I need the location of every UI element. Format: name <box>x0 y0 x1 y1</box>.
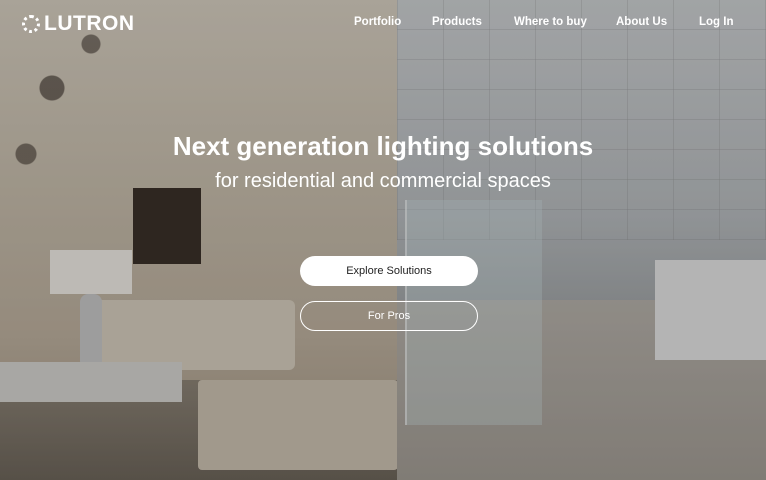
for-pros-button[interactable]: For Pros <box>300 301 478 331</box>
nav-where-to-buy[interactable]: Where to buy <box>514 16 587 28</box>
nav-about-us[interactable]: About Us <box>616 16 667 28</box>
hero-background <box>0 0 766 480</box>
lutron-burst-icon <box>22 15 40 33</box>
hero-overlay <box>0 0 766 480</box>
nav-log-in[interactable]: Log In <box>699 16 734 28</box>
top-navigation: LUTRON Portfolio Products Where to buy A… <box>0 0 766 44</box>
nav-portfolio[interactable]: Portfolio <box>354 16 401 28</box>
brand-name: LUTRON <box>44 12 135 35</box>
hero-subtitle: for residential and commercial spaces <box>215 170 551 192</box>
explore-solutions-button[interactable]: Explore Solutions <box>300 256 478 286</box>
hero-title: Next generation lighting solutions <box>172 131 594 161</box>
lutron-logo[interactable]: LUTRON <box>22 12 135 36</box>
nav-products[interactable]: Products <box>432 16 482 28</box>
